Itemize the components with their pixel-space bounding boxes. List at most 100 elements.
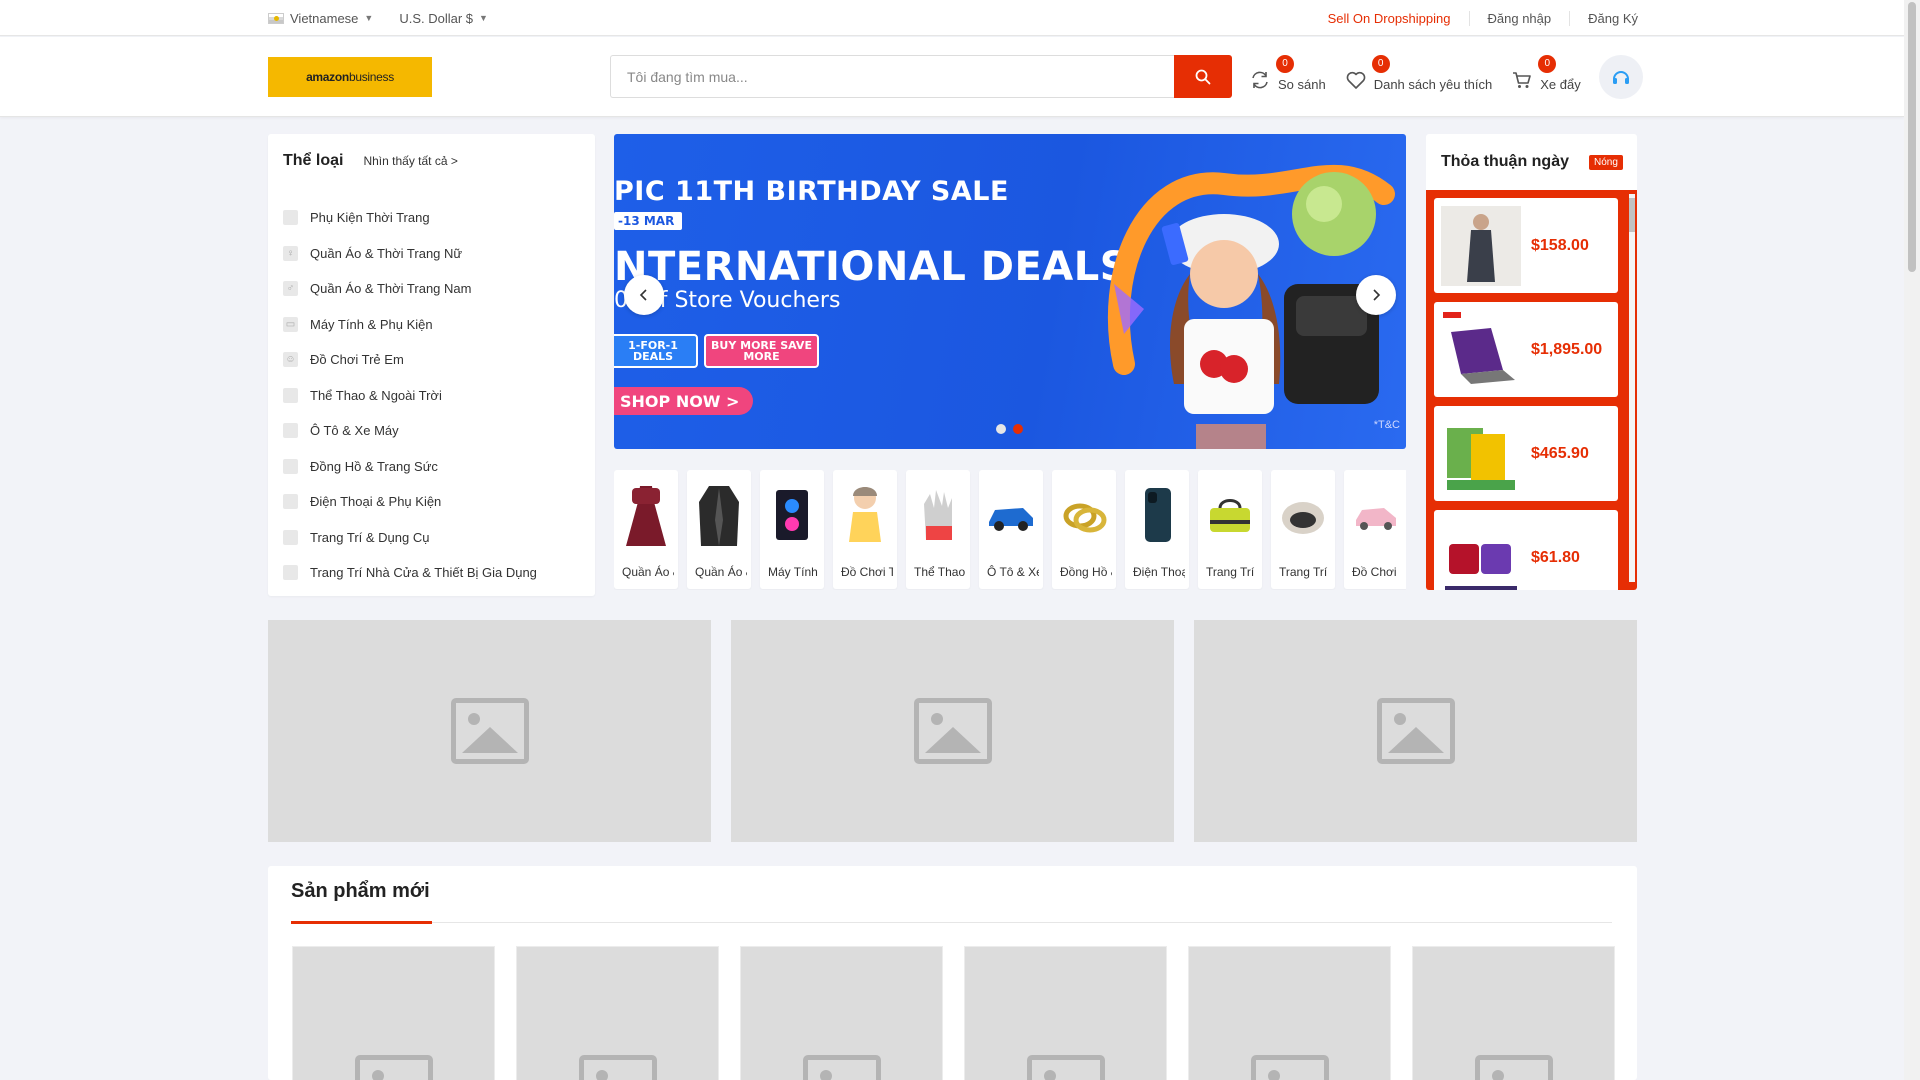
product-card[interactable] (1188, 946, 1391, 1080)
banner-dot-1[interactable] (996, 424, 1006, 434)
strip-card[interactable]: Điện Thoại & Phụ Kiện (1125, 470, 1189, 589)
deal-item[interactable]: $61.80 (1434, 510, 1618, 590)
promo-banner-3[interactable] (1194, 620, 1637, 842)
shop-now-button[interactable]: SHOP NOW > (614, 387, 754, 415)
sell-dropshipping-link[interactable]: Sell On Dropshipping (1310, 11, 1469, 26)
strip-card[interactable]: Đồng Hồ & Trang Sức (1052, 470, 1116, 589)
cart-button[interactable]: 0 Xe đẩy (1510, 54, 1581, 92)
category-icon (283, 565, 298, 581)
category-panel: Thể loại Nhìn thấy tất cả > Phụ Kiện Thờ… (268, 134, 595, 596)
banner-prev-button[interactable] (624, 275, 664, 315)
section-title: Sản phẩm mới (291, 880, 430, 902)
baby-thumb (849, 487, 881, 542)
deals-list: $158.00 $1,895.00 $465.90 $61.80 (1426, 190, 1637, 590)
language-selector[interactable]: Vietnamese ▼ (268, 11, 373, 26)
deal-item[interactable]: $1,895.00 (1434, 302, 1618, 397)
category-item[interactable]: ♀ Quần Áo & Thời Trang Nữ (283, 236, 583, 272)
support-button[interactable] (1598, 55, 1643, 99)
category-strip: Quần Áo & Thời Trang Nữ Quần Áo & Thời T… (614, 470, 1406, 590)
site-logo[interactable]: amazonbusiness (268, 57, 432, 97)
category-item[interactable]: Đồng Hồ & Trang Sức (283, 449, 583, 485)
compare-button[interactable]: 0 So sánh (1248, 54, 1326, 92)
register-link[interactable]: Đăng Ký (1569, 10, 1638, 26)
strip-card[interactable]: Quần Áo & Thời Trang Nam (687, 470, 751, 589)
category-item[interactable]: Phụ Kiện Thời Trang (283, 200, 583, 236)
promo-banner-1[interactable] (268, 620, 711, 842)
product-card[interactable] (516, 946, 719, 1080)
category-icon (283, 387, 298, 403)
category-item[interactable]: Điện Thoại & Phụ Kiện (283, 484, 583, 520)
category-item[interactable]: Thể Thao & Ngoài Trời (283, 378, 583, 414)
category-label: Trang Trí Nhà Cửa & Thiết Bị Gia Dụng (310, 565, 537, 581)
wishlist-button[interactable]: 0 Danh sách yêu thích (1344, 54, 1492, 92)
category-title: Thể loại (283, 152, 344, 169)
login-link[interactable]: Đăng nhập (1468, 10, 1570, 26)
category-label: Phụ Kiện Thời Trang (310, 210, 430, 226)
deal-image-laptop (1441, 309, 1521, 390)
product-card[interactable] (292, 946, 495, 1080)
category-label: Ô Tô & Xe Máy (310, 423, 399, 439)
search-button[interactable] (1174, 55, 1232, 98)
strip-card[interactable]: Đồ Chơi Trẻ Em (833, 470, 897, 589)
toolbag-thumb (1210, 499, 1250, 532)
strip-card[interactable]: Trang Trí & Dụng Cụ (1198, 470, 1262, 589)
category-label: Điện Thoại & Phụ Kiện (310, 494, 442, 510)
strip-card[interactable]: Máy Tính & Phụ Kiện (760, 470, 824, 589)
deal-image-milk (1441, 413, 1521, 494)
cart-count-badge: 0 (1538, 54, 1557, 73)
top-bar: Vietnamese ▼ U.S. Dollar $ ▼ Sell On Dro… (0, 0, 1904, 36)
product-card[interactable] (964, 946, 1167, 1080)
strip-card[interactable]: Trang Trí Nhà Cửa (1271, 470, 1335, 589)
category-list: Phụ Kiện Thời Trang ♀ Quần Áo & Thời Tran… (283, 200, 583, 591)
category-item[interactable]: Trang Trí Nhà Cửa & Thiết Bị Gia Dụng (283, 555, 583, 591)
category-item[interactable]: Ô Tô & Xe Máy (283, 413, 583, 449)
category-icon (283, 529, 298, 545)
flag-icon (268, 12, 284, 24)
image-placeholder-icon (802, 1055, 881, 1080)
currency-selector[interactable]: U.S. Dollar $ ▼ (399, 11, 488, 26)
deal-item[interactable]: $465.90 (1434, 406, 1618, 501)
deals-scrollbar[interactable] (1629, 194, 1635, 582)
category-label: Trang Trí & Dụng Cụ (310, 529, 430, 545)
strip-label: Quần Áo & Thời Trang Nam (695, 565, 747, 579)
category-item[interactable]: ☺ Đồ Chơi Trẻ Em (283, 342, 583, 378)
category-item[interactable]: Trang Trí & Dụng Cụ (283, 520, 583, 556)
deal-item[interactable]: $158.00 (1434, 198, 1618, 293)
pet-bed-thumb (1282, 502, 1324, 534)
category-item[interactable]: ▭ Máy Tính & Phụ Kiện (283, 307, 583, 343)
category-label: Máy Tính & Phụ Kiện (310, 316, 433, 332)
banner-dot-2[interactable] (1013, 424, 1023, 434)
see-all-link[interactable]: Nhìn thấy tất cả > (363, 154, 457, 168)
category-item[interactable]: ♂ Quần Áo & Thời Trang Nam (283, 271, 583, 307)
toy-car-thumb (1356, 508, 1396, 530)
product-card[interactable] (1412, 946, 1615, 1080)
hero-banner[interactable]: PIC 11TH BIRTHDAY SALE -13 MAR NTERNATIO… (614, 134, 1406, 449)
promo-banner-2[interactable] (731, 620, 1174, 842)
category-icon (283, 210, 298, 226)
image-placeholder-icon (578, 1055, 657, 1080)
terms-note: *T&C (1373, 419, 1400, 431)
pc-case-thumb (776, 490, 808, 540)
banner-headline: NTERNATIONAL DEALS (614, 244, 1130, 290)
chevron-down-icon: ▼ (364, 13, 374, 23)
search-input[interactable] (610, 55, 1174, 98)
logo-text: amazon (306, 70, 349, 84)
image-placeholder-icon (450, 698, 529, 764)
category-label: Đồng Hồ & Trang Sức (310, 458, 438, 474)
product-card[interactable] (740, 946, 943, 1080)
ring-thumb (1063, 503, 1107, 533)
dress-thumb (626, 486, 666, 546)
strip-card[interactable]: Ô Tô & Xe Máy (979, 470, 1043, 589)
deal-price: $465.90 (1531, 444, 1589, 462)
category-label: Đồ Chơi Trẻ Em (310, 352, 404, 368)
strip-label: Trang Trí & Dụng Cụ (1206, 565, 1258, 579)
page-scrollbar[interactable] (1904, 0, 1920, 1080)
category-icon (283, 423, 298, 439)
deal-tag-buymore: BUY MORE SAVE MORE (704, 334, 819, 368)
strip-card[interactable]: Thể Thao & Ngoài Trời (906, 470, 970, 589)
banner-pagination (996, 424, 1023, 434)
category-label: Quần Áo & Thời Trang Nữ (310, 245, 463, 261)
strip-card[interactable]: Đồ Chơi (1344, 470, 1406, 589)
strip-card[interactable]: Quần Áo & Thời Trang Nữ (614, 470, 678, 589)
banner-next-button[interactable] (1356, 275, 1396, 315)
